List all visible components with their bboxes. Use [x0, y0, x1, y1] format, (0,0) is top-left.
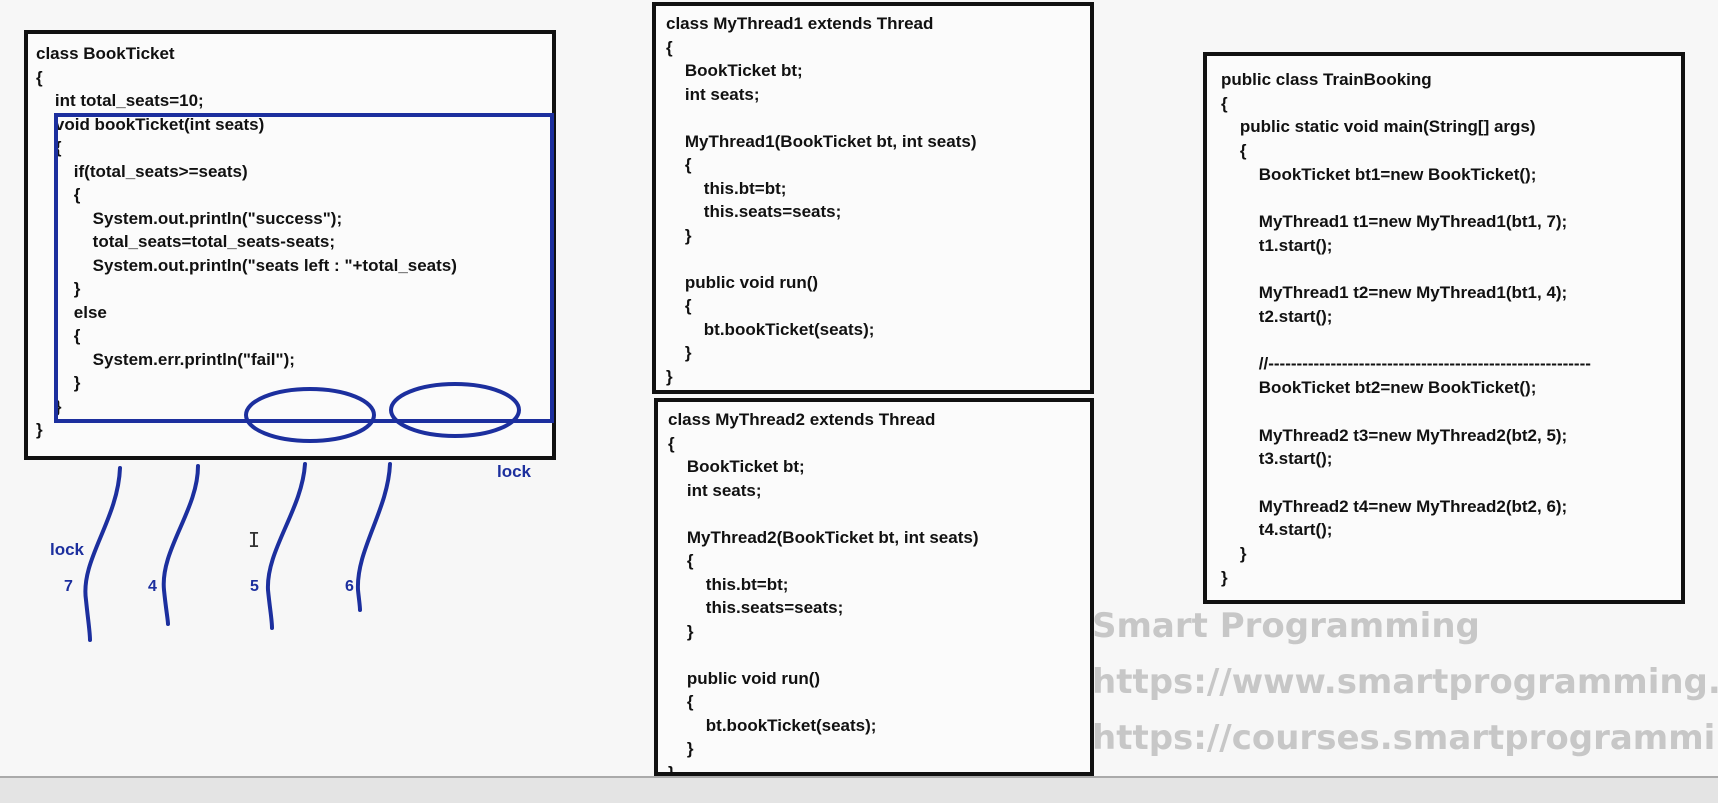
- lock-ellipse-1: [244, 387, 376, 443]
- thread-seats-4: 4: [148, 578, 157, 595]
- bottom-scrollbar[interactable]: [0, 776, 1718, 803]
- watermark-brand: Smart Programming: [1092, 606, 1480, 646]
- watermark-url-2: https://courses.smartprogramming.in: [1092, 718, 1718, 758]
- thread-line-5: [265, 462, 307, 630]
- thread-line-4: [161, 464, 200, 626]
- thread-seats-5: 5: [250, 578, 259, 595]
- lock-label-left: lock: [50, 540, 85, 559]
- text-cursor-icon: I: [248, 528, 261, 552]
- thread-seats-6: 6: [345, 578, 354, 595]
- thread-line-6: [355, 462, 392, 612]
- thread-seats-7: 7: [64, 578, 73, 595]
- thread-line-7: [83, 466, 122, 642]
- lock-label-right: lock: [497, 462, 532, 481]
- lock-ellipse-2: [389, 382, 521, 438]
- watermark-url-1: https://www.smartprogramming.in: [1092, 662, 1718, 702]
